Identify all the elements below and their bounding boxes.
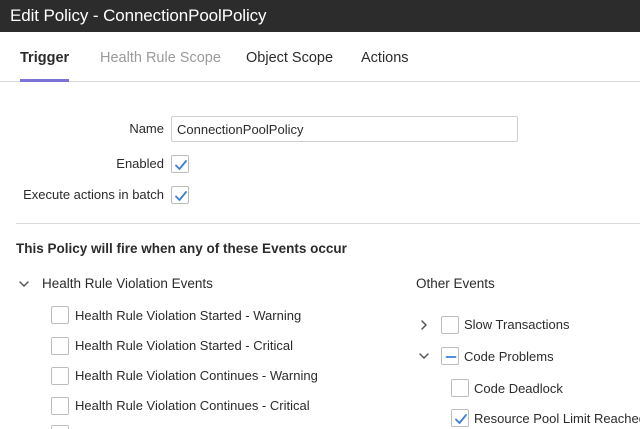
checkmark-icon [175,191,187,201]
health-started-critical-label[interactable]: Health Rule Violation Started - Critical [75,338,293,353]
tab-trigger-label: Trigger [20,50,70,66]
window-title: Edit Policy - ConnectionPoolPolicy [10,6,267,25]
health-next-checkbox[interactable] [51,425,69,429]
resource-pool-limit-label[interactable]: Resource Pool Limit Reached [474,411,640,426]
health-rule-events-title[interactable]: Health Rule Violation Events [42,276,213,291]
tab-object-scope[interactable]: Object Scope [246,32,333,82]
name-label: Name [129,121,164,136]
health-continues-warning-label[interactable]: Health Rule Violation Continues - Warnin… [75,368,318,383]
code-problems-checkbox[interactable] [441,347,459,365]
health-continues-critical-checkbox[interactable] [51,397,69,415]
checkmark-icon [455,414,467,424]
tab-health-rule-scope[interactable]: Health Rule Scope [100,32,221,82]
window-title-bar: Edit Policy - ConnectionPoolPolicy [0,0,640,32]
tab-trigger[interactable]: Trigger [20,32,70,82]
chevron-right-icon[interactable] [418,319,430,331]
section-divider [16,223,640,224]
tab-health-rule-scope-label: Health Rule Scope [100,50,221,66]
chevron-down-icon[interactable] [418,350,430,362]
health-started-critical-checkbox[interactable] [51,337,69,355]
resource-pool-limit-checkbox[interactable] [451,409,469,427]
slow-transactions-checkbox[interactable] [441,316,459,334]
policy-name-input[interactable] [171,116,518,142]
checkmark-icon [175,160,187,170]
enabled-checkbox[interactable] [171,155,189,173]
tab-actions-label: Actions [361,50,409,66]
tab-object-scope-label: Object Scope [246,50,334,66]
health-started-warning-checkbox[interactable] [51,306,69,324]
code-problems-label[interactable]: Code Problems [464,349,554,364]
health-continues-critical-label[interactable]: Health Rule Violation Continues - Critic… [75,398,310,413]
active-tab-indicator [20,79,70,82]
events-section-title: This Policy will fire when any of these … [16,241,347,256]
code-deadlock-label[interactable]: Code Deadlock [474,381,563,396]
tab-bar: Trigger Health Rule Scope Object Scope A… [0,32,640,82]
slow-transactions-label[interactable]: Slow Transactions [464,317,570,332]
health-continues-warning-checkbox[interactable] [51,367,69,385]
enabled-label: Enabled [116,156,164,171]
chevron-down-icon[interactable] [18,278,30,290]
batch-label: Execute actions in batch [23,187,164,202]
health-started-warning-label[interactable]: Health Rule Violation Started - Warning [75,308,301,323]
tab-actions[interactable]: Actions [361,32,409,82]
other-events-title: Other Events [416,276,495,291]
minus-icon [445,356,457,358]
code-deadlock-checkbox[interactable] [451,379,469,397]
execute-in-batch-checkbox[interactable] [171,186,189,204]
